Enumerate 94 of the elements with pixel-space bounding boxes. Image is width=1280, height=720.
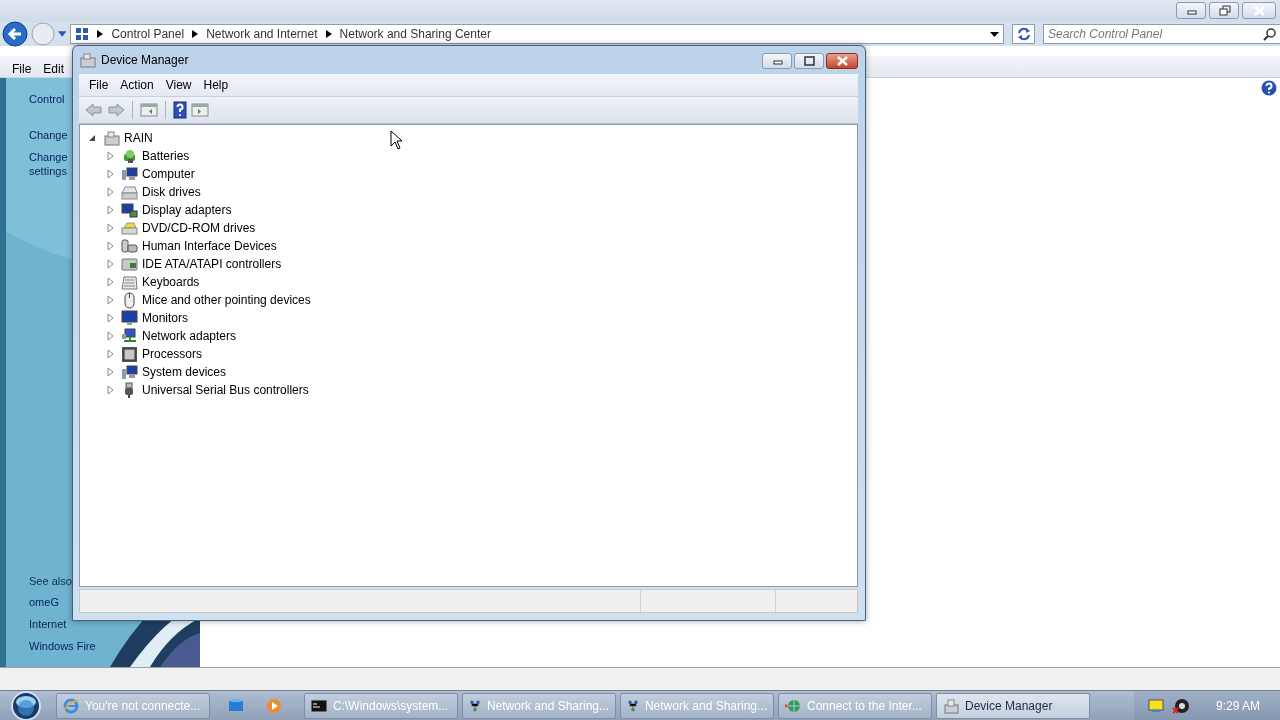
expand-arrow-icon[interactable] bbox=[106, 385, 115, 395]
tree-item[interactable]: IDE ATA/ATAPI controllers bbox=[140, 257, 284, 271]
battery-icon bbox=[121, 147, 138, 165]
menu-item[interactable]: Action bbox=[114, 77, 160, 93]
minimize-button[interactable] bbox=[762, 53, 792, 69]
disk-drive-icon bbox=[121, 183, 138, 201]
sidebar-link[interactable]: Windows Fire bbox=[29, 639, 96, 653]
forward-button[interactable] bbox=[107, 102, 125, 118]
expand-arrow-icon[interactable] bbox=[106, 331, 115, 341]
display-adapter-icon bbox=[121, 201, 138, 219]
breadcrumb-link[interactable]: Network and Sharing Center bbox=[339, 27, 491, 41]
sidebar-link[interactable]: omeG bbox=[29, 595, 59, 609]
mouse-pointer-icon bbox=[390, 130, 403, 150]
console-tree-button[interactable] bbox=[140, 102, 158, 118]
expand-arrow-icon[interactable] bbox=[106, 205, 115, 215]
chevron-icon[interactable] bbox=[325, 30, 332, 38]
section-heading: See also bbox=[29, 575, 72, 587]
network-icon bbox=[469, 698, 481, 714]
notification-icon[interactable] bbox=[1147, 699, 1164, 713]
close-icon bbox=[835, 55, 849, 67]
device-manager-icon bbox=[943, 698, 959, 714]
dropdown-arrow-icon[interactable] bbox=[990, 31, 1000, 37]
sidebar-link[interactable]: Change bbox=[29, 128, 68, 142]
tree-item[interactable]: Disk drives bbox=[140, 185, 203, 199]
tree-item[interactable]: Computer bbox=[140, 167, 197, 181]
expand-arrow-icon[interactable] bbox=[106, 151, 115, 161]
tree-item[interactable]: Mice and other pointing devices bbox=[140, 293, 313, 307]
network-icon bbox=[121, 327, 138, 345]
globe-icon bbox=[785, 698, 801, 714]
tree-item[interactable]: Network adapters bbox=[140, 329, 239, 343]
command-prompt-icon bbox=[311, 698, 327, 714]
window-title: Device Manager bbox=[101, 53, 190, 67]
restore-button[interactable] bbox=[1209, 2, 1239, 19]
system-icon bbox=[121, 363, 138, 381]
media-player-icon[interactable] bbox=[266, 698, 282, 714]
help-button[interactable] bbox=[173, 101, 187, 119]
close-icon bbox=[1252, 4, 1266, 17]
back-button[interactable] bbox=[2, 21, 28, 47]
tree-item[interactable]: Processors bbox=[140, 347, 205, 361]
expand-arrow-icon[interactable] bbox=[106, 367, 115, 377]
desktop-icon[interactable] bbox=[228, 698, 244, 714]
chevron-icon[interactable] bbox=[97, 30, 104, 38]
expand-arrow-icon[interactable] bbox=[106, 313, 115, 323]
address-bar[interactable]: Control Panel Network and Internet Network and Sharing Center bbox=[70, 24, 1005, 44]
expand-arrow-icon[interactable] bbox=[106, 295, 115, 305]
controller-card-icon bbox=[121, 255, 138, 273]
network-icon bbox=[627, 698, 639, 714]
taskbar-button[interactable]: Device Manager bbox=[936, 693, 1090, 719]
tree-item[interactable]: Display adapters bbox=[140, 203, 234, 217]
tree-item[interactable]: Keyboards bbox=[140, 275, 202, 289]
sidebar-link[interactable]: Control bbox=[29, 92, 65, 106]
chip-icon bbox=[121, 345, 138, 363]
chevron-icon[interactable] bbox=[192, 30, 199, 38]
monitor-icon bbox=[121, 309, 138, 327]
sidebar-link[interactable]: Internet bbox=[29, 617, 67, 631]
expand-arrow-icon[interactable] bbox=[106, 169, 115, 179]
restore-icon bbox=[1217, 4, 1231, 17]
maximize-button[interactable] bbox=[794, 53, 824, 69]
tree-item[interactable]: System devices bbox=[140, 365, 229, 379]
browser-icon bbox=[63, 698, 79, 714]
breadcrumb-link[interactable]: Network and Internet bbox=[206, 27, 318, 41]
menu-item[interactable]: Help bbox=[197, 77, 235, 93]
expand-arrow-icon[interactable] bbox=[106, 223, 115, 233]
tree-item[interactable]: DVD/CD-ROM drives bbox=[140, 221, 258, 235]
expand-arrow-icon[interactable] bbox=[106, 349, 115, 359]
menu-item[interactable]: Edit bbox=[37, 60, 71, 77]
tree-item[interactable]: Monitors bbox=[140, 311, 190, 325]
control-panel-icon bbox=[75, 27, 90, 41]
expand-arrow-icon[interactable] bbox=[106, 259, 115, 269]
collapse-arrow-icon[interactable] bbox=[88, 133, 97, 143]
circle-icon bbox=[30, 21, 56, 47]
breadcrumb-link[interactable]: Control Panel bbox=[111, 27, 185, 41]
speaker-muted-icon[interactable] bbox=[1171, 698, 1190, 714]
expand-arrow-icon[interactable] bbox=[106, 187, 115, 197]
maximize-icon bbox=[802, 55, 816, 67]
search-field[interactable]: Search Control Panel bbox=[1043, 24, 1280, 44]
menu-item[interactable]: File bbox=[83, 77, 115, 93]
expand-arrow-icon[interactable] bbox=[106, 277, 115, 287]
tree-item[interactable]: Human Interface Devices bbox=[140, 239, 279, 253]
optical-drive-icon bbox=[121, 219, 138, 237]
tree-item[interactable]: Universal Serial Bus controllers bbox=[140, 383, 311, 397]
sidebar-link[interactable]: Change settings bbox=[29, 150, 68, 178]
expand-arrow-icon[interactable] bbox=[106, 241, 115, 251]
mouse-icon bbox=[121, 291, 138, 309]
menu-item[interactable]: View bbox=[159, 77, 198, 93]
refresh-button[interactable] bbox=[1012, 24, 1035, 44]
minimize-button[interactable] bbox=[1176, 2, 1206, 19]
close-button[interactable] bbox=[826, 53, 858, 69]
tree-item[interactable]: Batteries bbox=[140, 149, 192, 163]
refresh-icon bbox=[1016, 27, 1031, 41]
menu-item[interactable]: File bbox=[6, 60, 38, 77]
help-icon[interactable] bbox=[1261, 80, 1277, 96]
keyboard-icon bbox=[121, 273, 138, 291]
tree-item[interactable]: RAIN bbox=[122, 131, 155, 145]
